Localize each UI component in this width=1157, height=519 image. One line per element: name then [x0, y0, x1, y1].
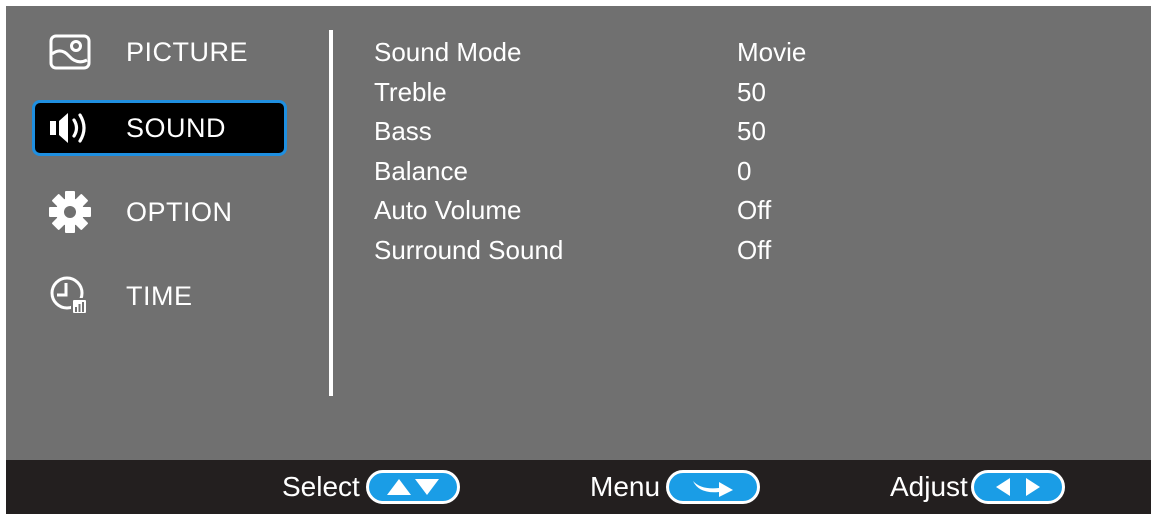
- menu-item-label: TIME: [126, 280, 193, 311]
- setting-value: 50: [737, 76, 766, 107]
- up-down-arrows-icon: [365, 470, 460, 504]
- menu-item-time[interactable]: TIME: [32, 268, 287, 324]
- setting-name: Sound Mode: [374, 37, 522, 67]
- menu-item-label: OPTION: [126, 196, 233, 227]
- sound-settings-list: Sound Mode Movie Treble 50 Bass 50 Balan…: [374, 33, 974, 270]
- menu-item-picture[interactable]: PICTURE: [32, 24, 287, 80]
- setting-name: Balance: [374, 155, 468, 186]
- hint-adjust-label: Adjust: [890, 471, 968, 502]
- setting-row-auto-volume[interactable]: Auto Volume Off: [374, 191, 974, 231]
- setting-name: Surround Sound: [374, 234, 564, 265]
- setting-row-treble[interactable]: Treble 50: [374, 73, 974, 113]
- setting-row-bass[interactable]: Bass 50: [374, 112, 974, 152]
- menu-item-option[interactable]: OPTION: [32, 184, 287, 240]
- setting-value: Off: [737, 195, 772, 225]
- bottom-hint-bar: Select Menu Adjust: [6, 460, 1151, 514]
- tv-osd-menu: PICTURE SOUND OPTION TIME Sound Mode Mov…: [6, 6, 1151, 514]
- clock-icon: [48, 276, 92, 316]
- hint-select-label: Select: [282, 471, 360, 502]
- menu-item-label: PICTURE: [126, 36, 249, 67]
- speaker-icon: [48, 108, 92, 148]
- menu-item-label: SOUND: [126, 112, 227, 143]
- gear-icon: [48, 191, 92, 233]
- hint-menu-label: Menu: [590, 471, 661, 502]
- setting-value: Off: [737, 234, 772, 265]
- setting-value: 50: [737, 116, 766, 146]
- setting-name: Bass: [374, 116, 432, 146]
- return-arrow-icon: [666, 470, 761, 504]
- left-right-arrows-icon: [970, 470, 1065, 504]
- setting-row-sound-mode[interactable]: Sound Mode Movie: [374, 33, 974, 73]
- setting-value: Movie: [737, 37, 807, 67]
- menu-divider: [329, 30, 333, 396]
- setting-row-balance[interactable]: Balance 0: [374, 152, 974, 192]
- hint-select: Select: [282, 460, 460, 514]
- setting-name: Treble: [374, 76, 447, 107]
- setting-value: 0: [737, 155, 752, 186]
- picture-icon: [48, 32, 92, 72]
- setting-row-surround-sound[interactable]: Surround Sound Off: [374, 231, 974, 271]
- setting-name: Auto Volume: [374, 195, 522, 225]
- menu-item-sound[interactable]: SOUND: [32, 100, 287, 156]
- hint-adjust: Adjust: [890, 460, 1065, 514]
- hint-menu: Menu: [590, 460, 761, 514]
